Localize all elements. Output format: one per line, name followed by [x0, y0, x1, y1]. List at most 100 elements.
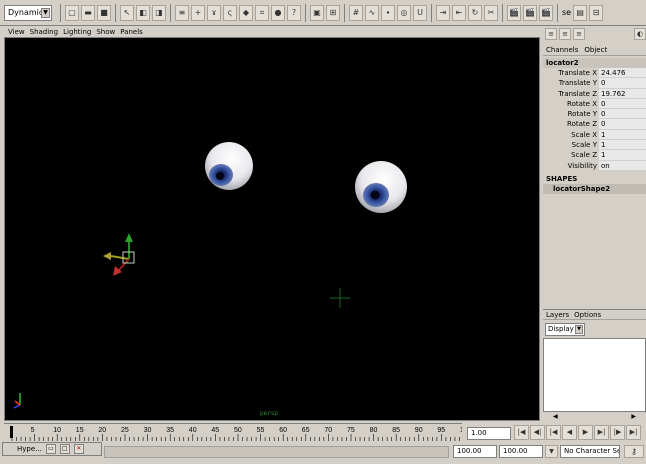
lock-selection-icon[interactable]: ▣: [310, 4, 324, 21]
snap-to-point-icon[interactable]: ∙: [381, 4, 395, 21]
menu-set-dropdown[interactable]: Dynamics ▼: [4, 4, 52, 21]
menu-layers[interactable]: Layers: [546, 310, 569, 319]
close-icon[interactable]: ✕: [73, 444, 84, 454]
attribute-row[interactable]: Visibility on: [543, 160, 646, 171]
move-manipulator[interactable]: [103, 233, 135, 276]
attribute-row[interactable]: Rotate Z0: [543, 119, 646, 130]
output-connections-icon[interactable]: ⇤: [452, 4, 466, 21]
menu-options[interactable]: Options: [574, 310, 601, 319]
select-joints-icon[interactable]: ɤ: [207, 4, 221, 21]
mask-menu-icon[interactable]: ≡: [175, 4, 189, 21]
attribute-label: Rotate Y: [567, 110, 597, 119]
menu-view[interactable]: View: [8, 27, 25, 37]
attribute-row[interactable]: Scale X1: [543, 129, 646, 141]
playback-start-field[interactable]: 100.00: [453, 445, 497, 458]
time-tick-label: 75: [347, 427, 355, 434]
select-curves-icon[interactable]: ς: [223, 4, 237, 21]
construction-history-icon[interactable]: ↻: [468, 4, 482, 21]
attribute-row[interactable]: Scale Z1: [543, 150, 646, 161]
attribute-value[interactable]: 24.476: [599, 68, 646, 79]
layer-list[interactable]: [543, 338, 646, 412]
channel-box-icon[interactable]: ≡: [545, 28, 557, 40]
maximize-icon[interactable]: □: [59, 444, 70, 454]
highlight-selection-icon[interactable]: ⊞: [326, 4, 340, 21]
select-handles-icon[interactable]: +: [191, 4, 205, 21]
attribute-value[interactable]: 19.762: [599, 88, 646, 99]
attribute-value[interactable]: 1: [599, 150, 646, 161]
attribute-row[interactable]: Rotate Y0: [543, 109, 646, 120]
step-back-key-icon[interactable]: ◀|: [530, 425, 545, 440]
current-time-field[interactable]: 1.00: [467, 427, 511, 440]
menu-panels[interactable]: Panels: [120, 27, 143, 37]
attribute-value[interactable]: 0: [599, 109, 646, 120]
go-to-start-icon[interactable]: |◀: [514, 425, 529, 440]
select-component-icon[interactable]: ◨: [152, 4, 166, 21]
make-live-icon[interactable]: U: [413, 4, 427, 21]
attribute-value[interactable]: on: [599, 160, 646, 171]
snap-to-curve-icon[interactable]: ∿: [365, 4, 379, 21]
layout-icon[interactable]: ▤: [573, 4, 588, 21]
select-dynamics-icon[interactable]: ●: [271, 4, 285, 21]
attribute-value[interactable]: 0: [599, 119, 646, 130]
layer-list-scrollbar[interactable]: ◀ ▶: [543, 412, 646, 421]
go-to-end-icon[interactable]: ▶|: [626, 425, 641, 440]
select-object-icon[interactable]: ◧: [136, 4, 150, 21]
range-slider[interactable]: [104, 446, 449, 458]
menu-lighting[interactable]: Lighting: [63, 27, 91, 37]
new-scene-icon[interactable]: ▢: [65, 4, 79, 21]
select-hierarchy-icon[interactable]: ↖: [120, 4, 134, 21]
save-scene-icon[interactable]: ■: [97, 4, 111, 21]
right-eyeball[interactable]: [355, 161, 407, 213]
attribute-value[interactable]: 1: [599, 140, 646, 151]
perspective-viewport[interactable]: persp: [4, 37, 540, 421]
step-back-frame-icon[interactable]: |◀: [546, 425, 561, 440]
character-set-field[interactable]: No Character Set: [560, 445, 620, 458]
ipr-render-icon[interactable]: 🎬: [507, 4, 521, 21]
menu-shading[interactable]: Shading: [30, 27, 58, 37]
step-forward-key-icon[interactable]: |▶: [610, 425, 625, 440]
step-forward-frame-icon[interactable]: ▶|: [594, 425, 609, 440]
locator-cross[interactable]: [330, 288, 350, 308]
attribute-label: Scale X: [571, 130, 597, 139]
current-frame-marker[interactable]: [10, 426, 13, 438]
time-slider[interactable]: 5 10 15 20 25 30 35 40 45 50 55 60 65 70 75 80 85 90 95 1: [4, 423, 464, 441]
scroll-left-icon[interactable]: ◀: [553, 412, 558, 421]
attribute-editor-icon[interactable]: ⊟: [589, 4, 604, 21]
menu-show[interactable]: Show: [96, 27, 115, 37]
open-scene-icon[interactable]: ▬: [81, 4, 95, 21]
snap-to-grid-icon[interactable]: #: [349, 4, 363, 21]
select-rendering-icon[interactable]: ?: [287, 4, 301, 21]
render-view-icon[interactable]: 🎬: [539, 4, 553, 21]
layer-editor-icon[interactable]: ≡: [559, 28, 571, 40]
render-current-frame-icon[interactable]: ✂: [484, 4, 498, 21]
select-surfaces-icon[interactable]: ◆: [239, 4, 253, 21]
attribute-row[interactable]: Translate X 24.476: [543, 68, 646, 79]
tab-channels[interactable]: Channels: [546, 44, 578, 55]
tab-object[interactable]: Object: [584, 44, 607, 55]
animation-end-field[interactable]: 100.00: [499, 445, 543, 458]
attribute-row[interactable]: Translate Z 19.762: [543, 88, 646, 99]
select-deformations-icon[interactable]: ⌗: [255, 4, 269, 21]
attribute-value[interactable]: 0: [599, 98, 646, 110]
shader-ball-icon[interactable]: ◐: [634, 28, 646, 40]
attribute-value[interactable]: 0: [599, 78, 646, 89]
input-connections-icon[interactable]: ⇥: [436, 4, 450, 21]
render-globals-icon[interactable]: 🎬: [523, 4, 537, 21]
play-forwards-icon[interactable]: ▶: [578, 425, 593, 440]
left-eyeball[interactable]: [205, 142, 253, 190]
attribute-row[interactable]: Rotate X0: [543, 98, 646, 110]
shape-node-item[interactable]: locatorShape2: [543, 183, 646, 194]
channel-box-layers-icon[interactable]: ≡: [573, 28, 585, 40]
layer-mode-dropdown[interactable]: Display ▼: [545, 322, 585, 336]
attribute-value[interactable]: 1: [599, 129, 646, 141]
scroll-right-icon[interactable]: ▶: [631, 412, 636, 421]
minimized-window[interactable]: Hype... ▭ □ ✕: [2, 442, 102, 456]
snap-to-view-plane-icon[interactable]: ◎: [397, 4, 411, 21]
play-backwards-icon[interactable]: ◀: [562, 425, 577, 440]
restore-icon[interactable]: ▭: [45, 444, 56, 454]
object-name[interactable]: locator2: [543, 58, 646, 68]
character-set-chevron-down-icon[interactable]: ▼: [545, 445, 558, 458]
auto-key-icon[interactable]: ⚷: [624, 445, 644, 458]
attribute-row[interactable]: Scale Y1: [543, 140, 646, 151]
attribute-row[interactable]: Translate Y0: [543, 78, 646, 89]
